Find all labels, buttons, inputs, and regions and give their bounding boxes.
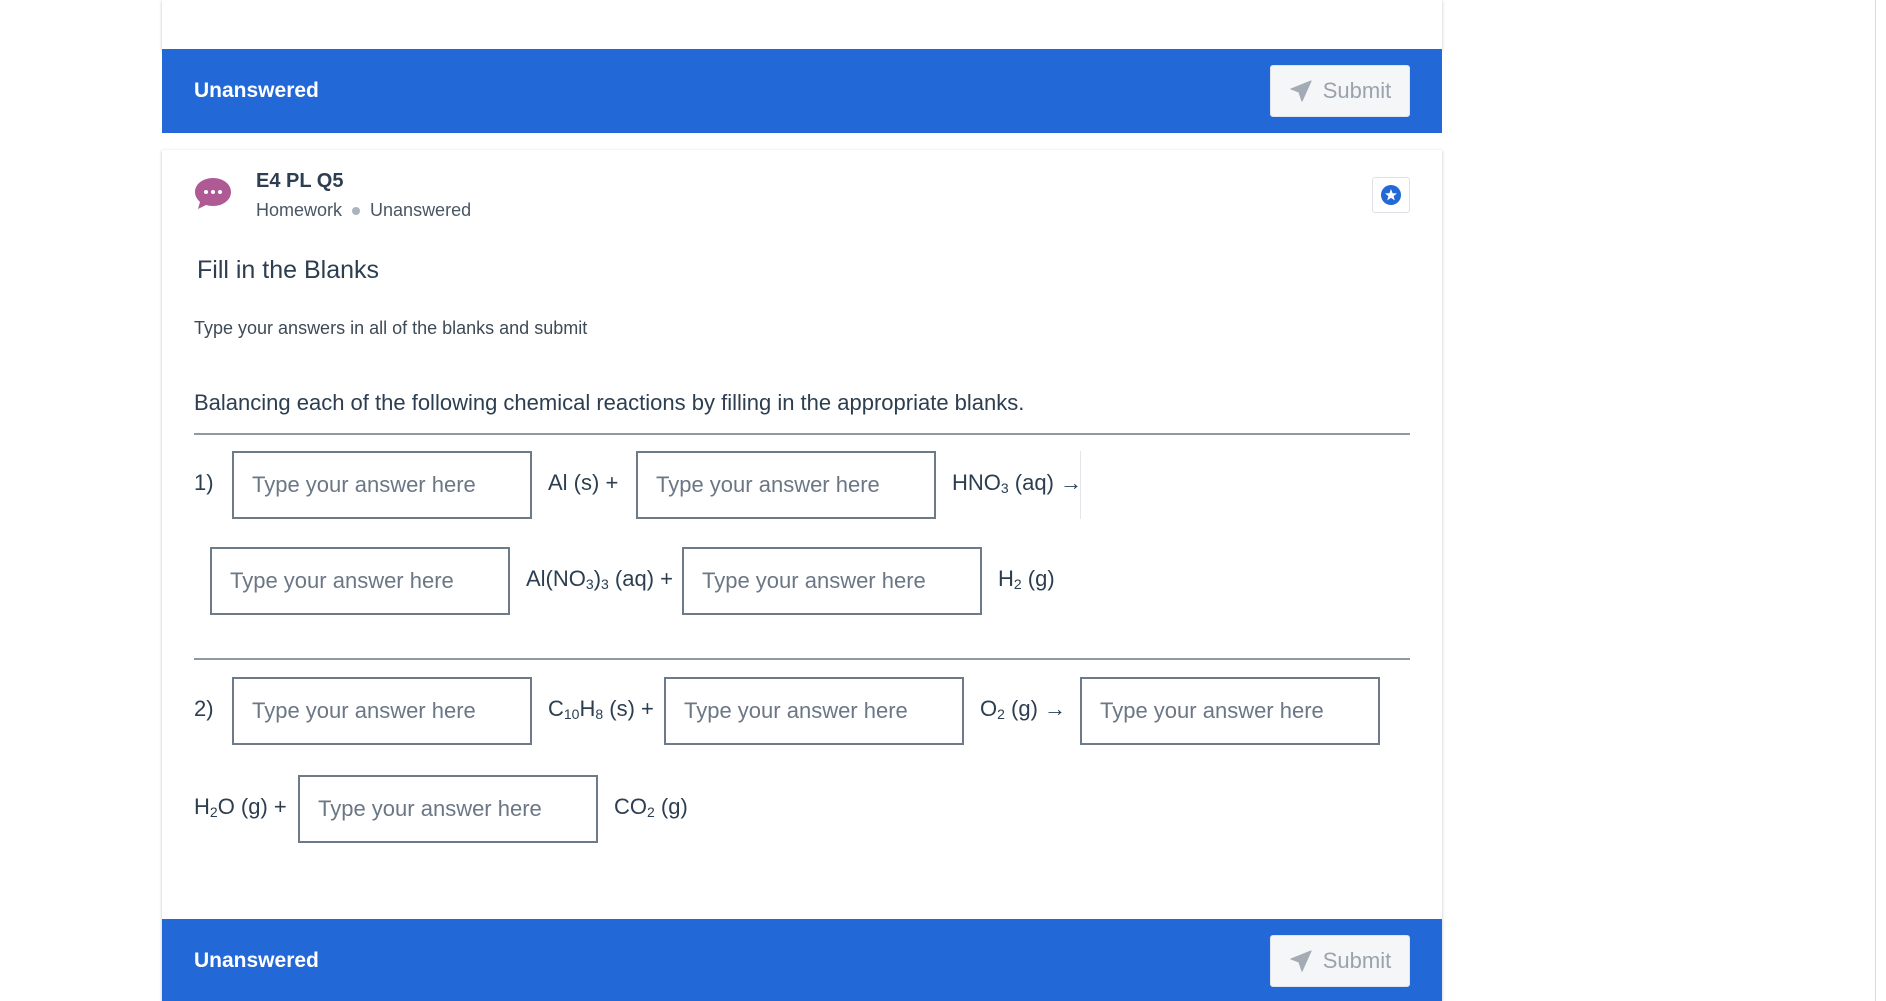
question-title: E4 PL Q5 <box>256 170 344 192</box>
answer-blank-1-4[interactable] <box>682 547 982 615</box>
formula-subscript: 3 <box>585 576 594 592</box>
answer-blank-2-1[interactable] <box>232 677 532 745</box>
formula-part: H <box>579 696 596 721</box>
product-co2: CO2 (g) <box>614 794 688 820</box>
page: Unanswered Submit E4 PL Q5 Homework Unan… <box>0 0 1886 1001</box>
product-h2: H2 (g) <box>998 566 1055 592</box>
paper-plane-icon <box>1290 950 1312 972</box>
formula-part: O <box>980 696 998 721</box>
status-label: Unanswered <box>194 949 319 972</box>
problem-prompt: Balancing each of the following chemical… <box>194 390 1025 415</box>
formula-part: CO <box>614 794 647 819</box>
formula-subscript: 8 <box>595 706 604 722</box>
product-h2o: H2O (g) + <box>194 794 287 820</box>
reactant-al: Al (s) + <box>548 470 619 495</box>
formula-part: HNO <box>952 470 1001 495</box>
star-icon <box>1381 185 1401 205</box>
formula-part: (g) <box>654 794 688 819</box>
meta-separator-dot <box>352 206 361 215</box>
reactant-c10h8: C10H8 (s) + <box>548 696 654 722</box>
answer-blank-2-3[interactable] <box>1080 677 1380 745</box>
answer-blank-2-2[interactable] <box>664 677 964 745</box>
chat-bubble-icon <box>195 178 231 209</box>
reactant-o2: O2 (g) → <box>980 696 1066 722</box>
answer-blank-1-1[interactable] <box>232 451 532 519</box>
divider <box>194 658 1410 660</box>
bookmark-button[interactable] <box>1372 177 1410 213</box>
formula-subscript: 3 <box>601 576 609 592</box>
formula-subscript: 2 <box>1013 576 1022 592</box>
formula-part: H <box>998 566 1014 591</box>
formula-subscript: 2 <box>209 804 218 820</box>
top-status-bar: Unanswered Submit <box>162 49 1442 133</box>
status-label: Unanswered <box>194 79 319 102</box>
question-card: E4 PL Q5 Homework Unanswered Fill in the… <box>162 150 1442 1001</box>
scrollbar-track[interactable] <box>1875 0 1876 1001</box>
formula-part: (aq) + <box>608 566 674 591</box>
formula-part: H <box>194 794 210 819</box>
question-status: Unanswered <box>370 200 472 220</box>
formula-part: C <box>548 696 564 721</box>
submit-label: Submit <box>1322 948 1392 973</box>
answer-blank-1-2[interactable] <box>636 451 936 519</box>
reactant-hno3: HNO3 (aq) → <box>952 470 1082 496</box>
reaction-2-number: 2) <box>194 696 214 721</box>
formula-part: (s) + <box>603 696 654 721</box>
question-type: Homework <box>256 200 343 220</box>
previous-question-card <box>162 0 1442 50</box>
submit-button[interactable]: Submit <box>1270 65 1410 117</box>
section-heading: Fill in the Blanks <box>197 256 380 284</box>
answer-blank-1-3[interactable] <box>210 547 510 615</box>
formula-part: (g) → <box>1004 696 1067 721</box>
bottom-status-bar: Unanswered Submit <box>162 919 1442 1001</box>
divider <box>194 433 1410 435</box>
formula-part: O (g) + <box>217 794 287 819</box>
product-al-no3-3: Al(NO3)3 (aq) + <box>526 566 673 592</box>
reaction-1-number: 1) <box>194 470 214 495</box>
answer-blank-2-4[interactable] <box>298 775 598 843</box>
submit-label: Submit <box>1322 78 1392 103</box>
question-meta: Homework Unanswered <box>256 200 471 221</box>
formula-subscript: 2 <box>997 706 1005 722</box>
formula-part: ) <box>593 566 602 591</box>
formula-part: (g) <box>1021 566 1055 591</box>
paper-plane-icon <box>1290 80 1312 102</box>
submit-button[interactable]: Submit <box>1270 935 1410 987</box>
inline-divider <box>1080 451 1081 519</box>
formula-subscript: 2 <box>647 804 655 820</box>
instructions-text: Type your answers in all of the blanks a… <box>194 318 588 338</box>
formula-part: Al(NO <box>526 566 586 591</box>
formula-subscript: 10 <box>563 706 580 722</box>
formula-part: (aq) → <box>1008 470 1083 495</box>
formula-subscript: 3 <box>1000 480 1009 496</box>
